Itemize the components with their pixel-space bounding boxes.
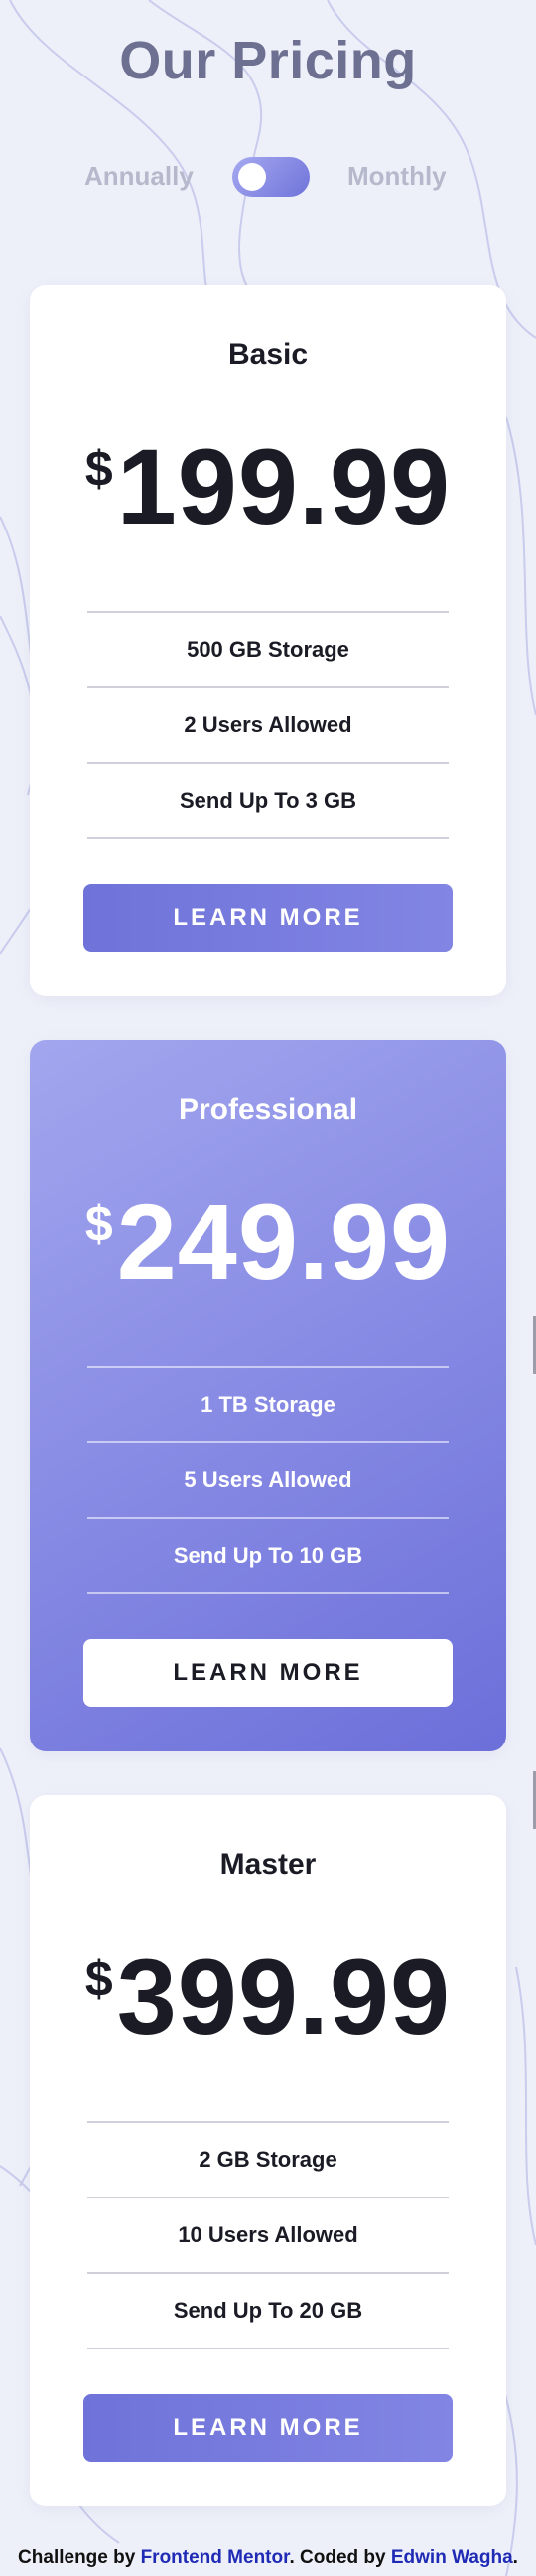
- feature-item: Send Up To 10 GB: [87, 1519, 449, 1594]
- feature-item: 10 Users Allowed: [87, 2198, 449, 2274]
- feature-item: Send Up To 20 GB: [87, 2274, 449, 2349]
- author-link[interactable]: Edwin Wagha: [391, 2547, 513, 2568]
- monthly-label: Monthly: [347, 161, 447, 191]
- price-amount: 399.99: [116, 1936, 452, 2056]
- learn-more-button-basic[interactable]: LEARN MORE: [83, 884, 453, 952]
- pricing-card-basic: Basic $199.99 500 GB Storage 2 Users All…: [30, 285, 506, 996]
- learn-more-button-master[interactable]: LEARN MORE: [83, 2394, 453, 2462]
- learn-more-button-professional[interactable]: LEARN MORE: [83, 1639, 453, 1707]
- attribution-footer: Challenge by Frontend Mentor. Coded by E…: [0, 2547, 536, 2569]
- footer-middle: . Coded by: [289, 2547, 391, 2568]
- currency-symbol: $: [84, 441, 113, 497]
- toggle-knob[interactable]: [238, 163, 266, 191]
- feature-list: 2 GB Storage 10 Users Allowed Send Up To…: [87, 2121, 449, 2349]
- footer-prefix: Challenge by: [18, 2547, 141, 2568]
- plan-price: $199.99: [30, 404, 506, 584]
- pricing-card-master: Master $399.99 2 GB Storage 10 Users All…: [30, 1795, 506, 2506]
- page-title: Our Pricing: [119, 31, 417, 90]
- feature-item: 500 GB Storage: [87, 613, 449, 688]
- billing-period-toggle[interactable]: [232, 157, 310, 197]
- currency-symbol: $: [84, 1951, 113, 2007]
- footer-suffix: .: [512, 2547, 518, 2568]
- plan-name: Master: [219, 1848, 317, 1881]
- plan-price: $249.99: [30, 1159, 506, 1339]
- currency-symbol: $: [84, 1196, 113, 1252]
- annually-label: Annually: [84, 161, 194, 191]
- feature-item: 1 TB Storage: [87, 1368, 449, 1443]
- plan-price: $399.99: [30, 1914, 506, 2094]
- pricing-card-professional: Professional $249.99 1 TB Storage 5 User…: [30, 1040, 506, 1751]
- billing-toggle-row: Annually Monthly: [0, 149, 536, 205]
- feature-list: 1 TB Storage 5 Users Allowed Send Up To …: [87, 1366, 449, 1594]
- price-amount: 199.99: [116, 426, 452, 546]
- plan-name: Professional: [178, 1093, 358, 1126]
- feature-item: Send Up To 3 GB: [87, 764, 449, 839]
- plan-name: Basic: [227, 338, 309, 371]
- frontend-mentor-link[interactable]: Frontend Mentor: [141, 2547, 290, 2568]
- feature-list: 500 GB Storage 2 Users Allowed Send Up T…: [87, 611, 449, 839]
- feature-item: 2 Users Allowed: [87, 688, 449, 764]
- feature-item: 2 GB Storage: [87, 2123, 449, 2198]
- feature-item: 5 Users Allowed: [87, 1443, 449, 1519]
- price-amount: 249.99: [116, 1181, 452, 1301]
